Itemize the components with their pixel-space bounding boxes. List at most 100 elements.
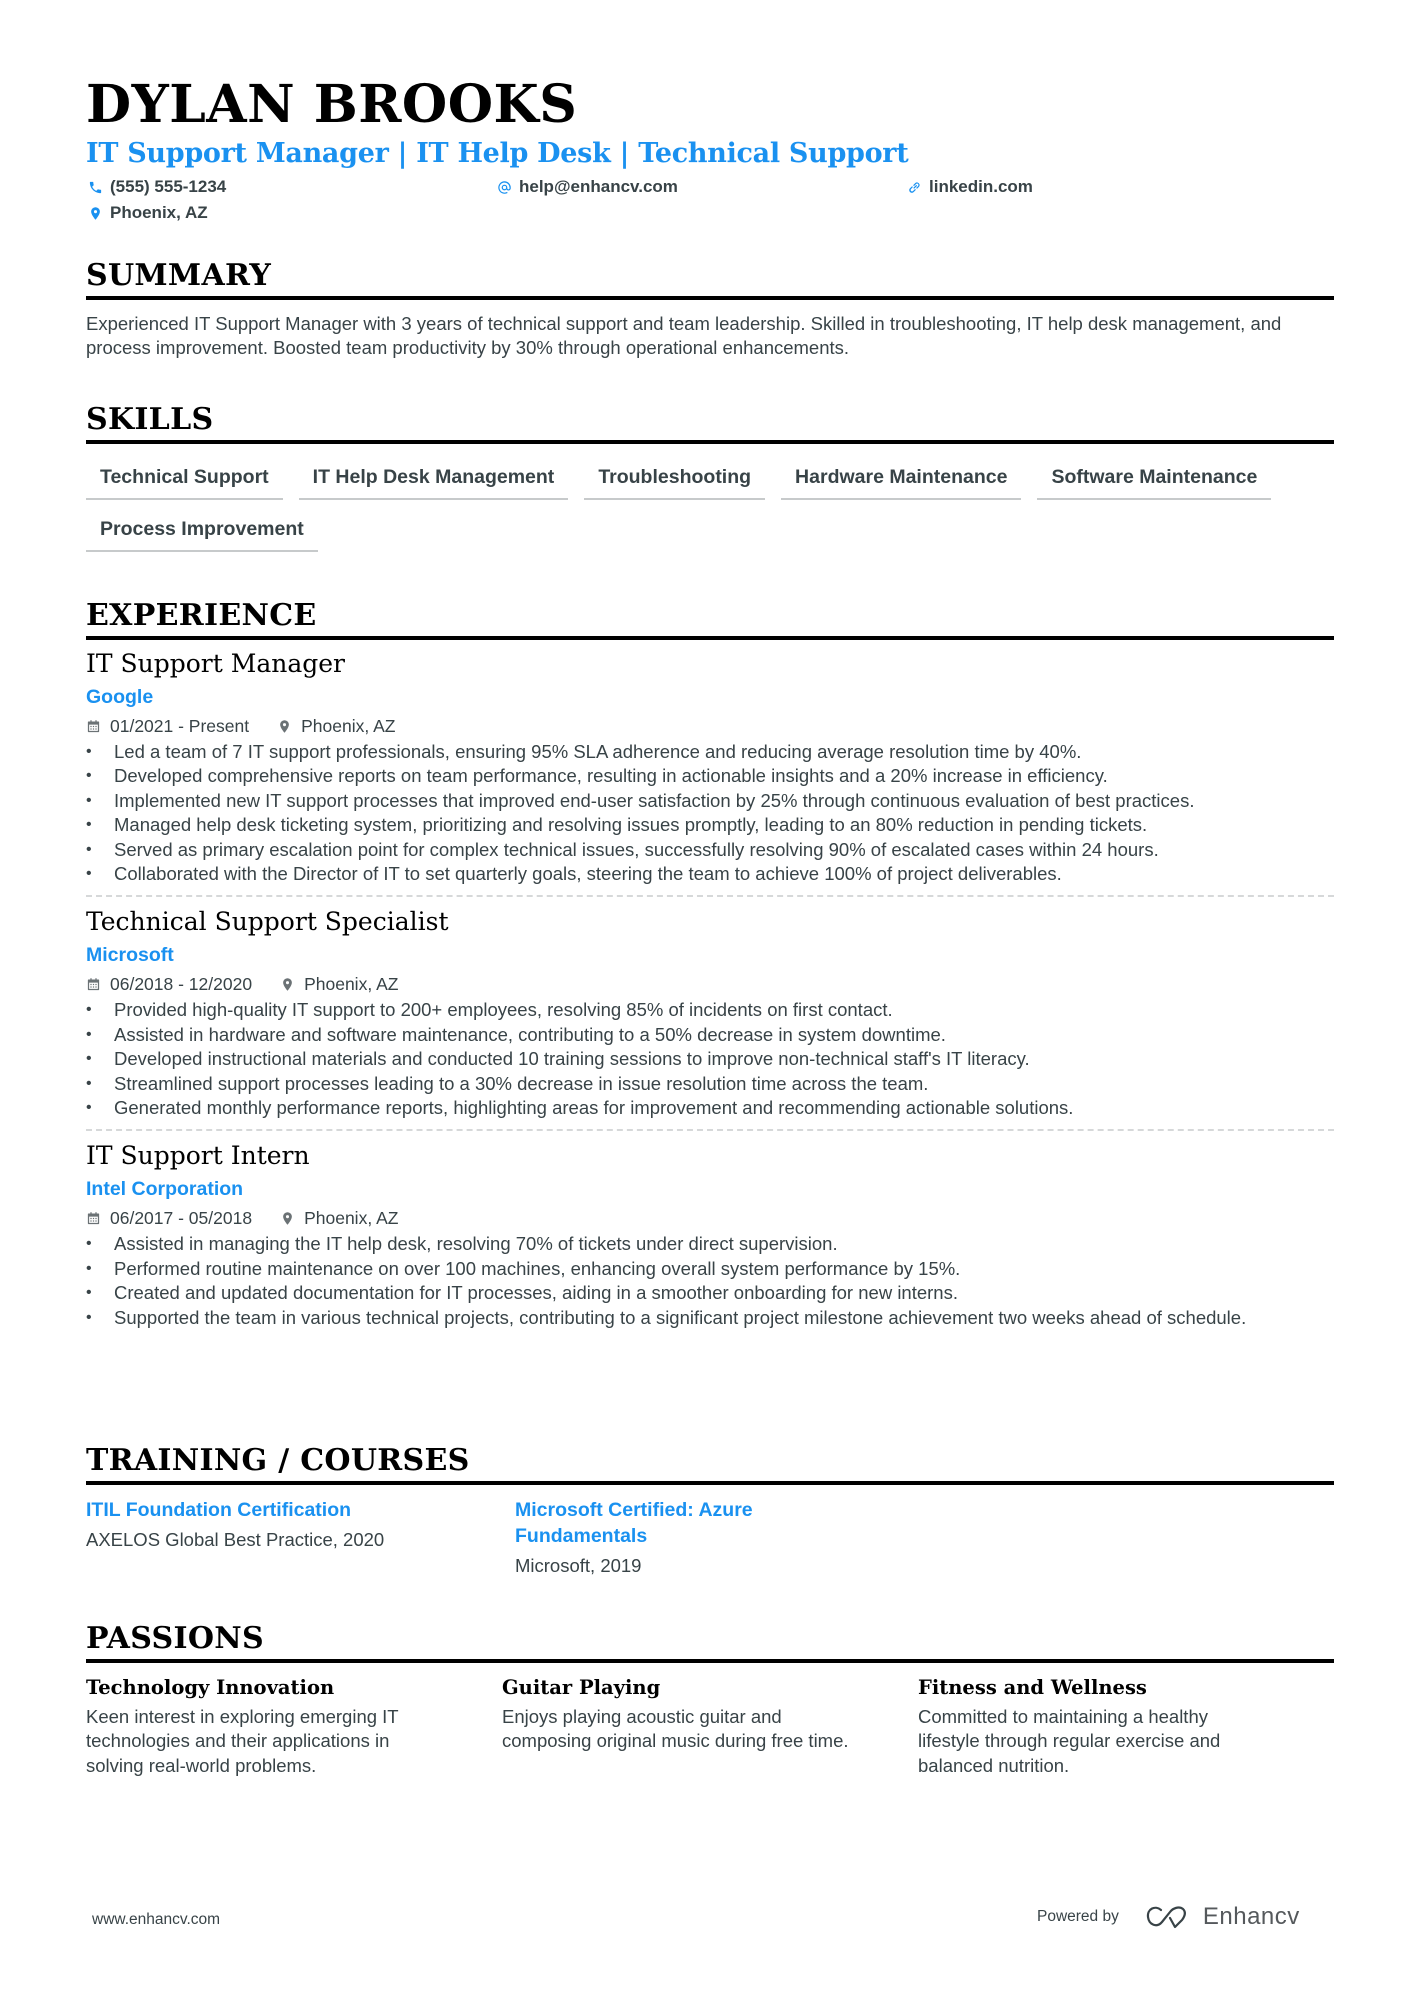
company-name: Microsoft (86, 944, 174, 967)
training-provider: Microsoft, 2019 (515, 1555, 642, 1576)
skills-list: Technical Support IT Help Desk Managemen… (86, 462, 1334, 552)
passion-title: Technology Innovation (86, 1676, 335, 1699)
summary-text: Experienced IT Support Manager with 3 ye… (86, 313, 1282, 358)
calendar-icon (87, 978, 100, 991)
passion-description: Keen interest in exploring emerging IT t… (86, 1706, 399, 1776)
job-dates: 06/2018 - 12/2020 (86, 972, 252, 996)
job-dates: 01/2021 - Present (86, 714, 249, 738)
passion-item: Fitness and Wellness Committed to mainta… (918, 1675, 1334, 1778)
skill-tag: Troubleshooting (584, 462, 766, 500)
bullet-item: Generated monthly performance reports, h… (86, 1096, 1334, 1121)
job-separator (86, 895, 1334, 898)
job-title: Technical Support Specialist (86, 907, 449, 937)
contact-phone: (555) 555-1234 (86, 177, 226, 197)
section-title: SUMMARY (86, 258, 272, 293)
bullet-item: Assisted in hardware and software mainte… (86, 1023, 1334, 1048)
bullet-item: Supported the team in various technical … (86, 1306, 1334, 1331)
passion-description: Committed to maintaining a healthy lifes… (918, 1706, 1221, 1776)
location-pin-icon (280, 719, 289, 733)
job-dates: 06/2017 - 05/2018 (86, 1206, 252, 1230)
location-pin-icon (283, 1212, 292, 1225)
passion-item: Guitar Playing Enjoys playing acoustic g… (502, 1675, 918, 1778)
training-item: Microsoft Certified: Azure Fundamentals … (515, 1497, 944, 1579)
calendar-icon (87, 1212, 100, 1225)
phone-icon (86, 178, 104, 196)
job-entry: IT Support Manager Google 01/2021 - Pres… (86, 648, 1334, 887)
section-title: SKILLS (86, 402, 214, 437)
job-separator (86, 1129, 1334, 1132)
link-icon (905, 178, 923, 196)
job-meta: 06/2017 - 05/2018 Phoenix, AZ (86, 1206, 1334, 1230)
contact-linkedin[interactable]: linkedin.com (905, 177, 1033, 197)
skill-tag: Hardware Maintenance (781, 462, 1022, 500)
bullet-item: Provided high-quality IT support to 200+… (86, 998, 1334, 1023)
bullet-item: Implemented new IT support processes tha… (86, 789, 1334, 814)
section-title: EXPERIENCE (86, 598, 317, 633)
job-bullets: Provided high-quality IT support to 200+… (86, 998, 1334, 1120)
bullet-item: Performed routine maintenance on over 10… (86, 1257, 1334, 1282)
enhancv-brand-name: Enhancv (1202, 1903, 1300, 1930)
skill-tag: Process Improvement (86, 514, 318, 552)
location-pin-icon (283, 978, 292, 991)
contact-email[interactable]: help@enhancv.com (495, 177, 678, 197)
calendar-icon (87, 719, 100, 732)
bullet-item: Managed help desk ticketing system, prio… (86, 813, 1334, 838)
experience-section: EXPERIENCE IT Support Manager Google 01/… (86, 598, 1334, 1331)
linkedin-link[interactable]: linkedin.com (929, 177, 1033, 197)
training-section: TRAINING / COURSES ITIL Foundation Certi… (86, 1443, 1334, 1579)
candidate-headline: IT Support Manager | IT Help Desk | Tech… (86, 138, 909, 169)
skills-section: SKILLS Technical Support IT Help Desk Ma… (86, 402, 1334, 552)
email-link[interactable]: help@enhancv.com (519, 177, 678, 197)
section-divider (86, 636, 1334, 640)
training-item: ITIL Foundation Certification AXELOS Glo… (86, 1497, 515, 1579)
job-title: IT Support Manager (86, 649, 345, 678)
training-list: ITIL Foundation Certification AXELOS Glo… (86, 1497, 1334, 1579)
section-divider (86, 1659, 1334, 1663)
company-name: Google (86, 686, 154, 708)
section-divider (86, 440, 1334, 444)
bullet-item: Developed instructional materials and co… (86, 1047, 1334, 1072)
training-name: ITIL Foundation Certification (86, 1499, 352, 1521)
company-name: Intel Corporation (86, 1178, 244, 1201)
bullet-item: Developed comprehensive reports on team … (86, 764, 1334, 789)
footer-website-link[interactable]: www.enhancv.com (92, 1911, 220, 1929)
at-icon (495, 178, 513, 196)
passions-list: Technology Innovation Keen interest in e… (86, 1675, 1334, 1778)
enhancv-logo-icon (1146, 1906, 1186, 1929)
training-name: Microsoft Certified: Azure Fundamentals (515, 1499, 753, 1547)
bullet-item: Assisted in managing the IT help desk, r… (86, 1232, 1334, 1257)
section-title: TRAINING / COURSES (86, 1443, 470, 1478)
passion-item: Technology Innovation Keen interest in e… (86, 1675, 502, 1778)
job-bullets: Led a team of 7 IT support professionals… (86, 740, 1334, 887)
contact-location: Phoenix, AZ (86, 203, 208, 223)
training-provider: AXELOS Global Best Practice, 2020 (86, 1529, 385, 1550)
section-title: PASSIONS (86, 1621, 264, 1656)
bullet-item: Created and updated documentation for IT… (86, 1281, 1334, 1306)
skill-tag: Software Maintenance (1037, 462, 1272, 500)
phone-number: (555) 555-1234 (110, 177, 227, 196)
summary-section: SUMMARY Experienced IT Support Manager w… (86, 258, 1334, 360)
passion-description: Enjoys playing acoustic guitar and compo… (502, 1706, 849, 1752)
passions-section: PASSIONS Technology Innovation Keen inte… (86, 1621, 1334, 1778)
section-divider (86, 296, 1334, 300)
bullet-item: Streamlined support processes leading to… (86, 1072, 1334, 1097)
job-meta: 01/2021 - Present Phoenix, AZ (86, 714, 1334, 738)
job-meta: 06/2018 - 12/2020 Phoenix, AZ (86, 972, 1334, 996)
bullet-item: Served as primary escalation point for c… (86, 838, 1334, 863)
bullet-item: Collaborated with the Director of IT to … (86, 862, 1334, 887)
job-location: Phoenix, AZ (280, 972, 398, 996)
job-location: Phoenix, AZ (277, 714, 396, 738)
section-divider (86, 1481, 1334, 1485)
bullet-item: Led a team of 7 IT support professionals… (86, 740, 1334, 765)
location-text: Phoenix, AZ (110, 203, 208, 222)
powered-by-label: Powered by (1037, 1908, 1119, 1925)
skill-tag: IT Help Desk Management (298, 462, 569, 500)
job-entry: Technical Support Specialist Microsoft 0… (86, 906, 1334, 1120)
passion-title: Fitness and Wellness (918, 1676, 1147, 1699)
skill-tag: Technical Support (86, 462, 283, 500)
job-location: Phoenix, AZ (280, 1206, 398, 1230)
footer-branding[interactable]: Powered by Enhancv (1037, 1903, 1300, 1931)
passion-title: Guitar Playing (502, 1676, 661, 1699)
candidate-name: DYLAN BROOKS (86, 74, 578, 135)
job-title: IT Support Intern (86, 1141, 310, 1171)
